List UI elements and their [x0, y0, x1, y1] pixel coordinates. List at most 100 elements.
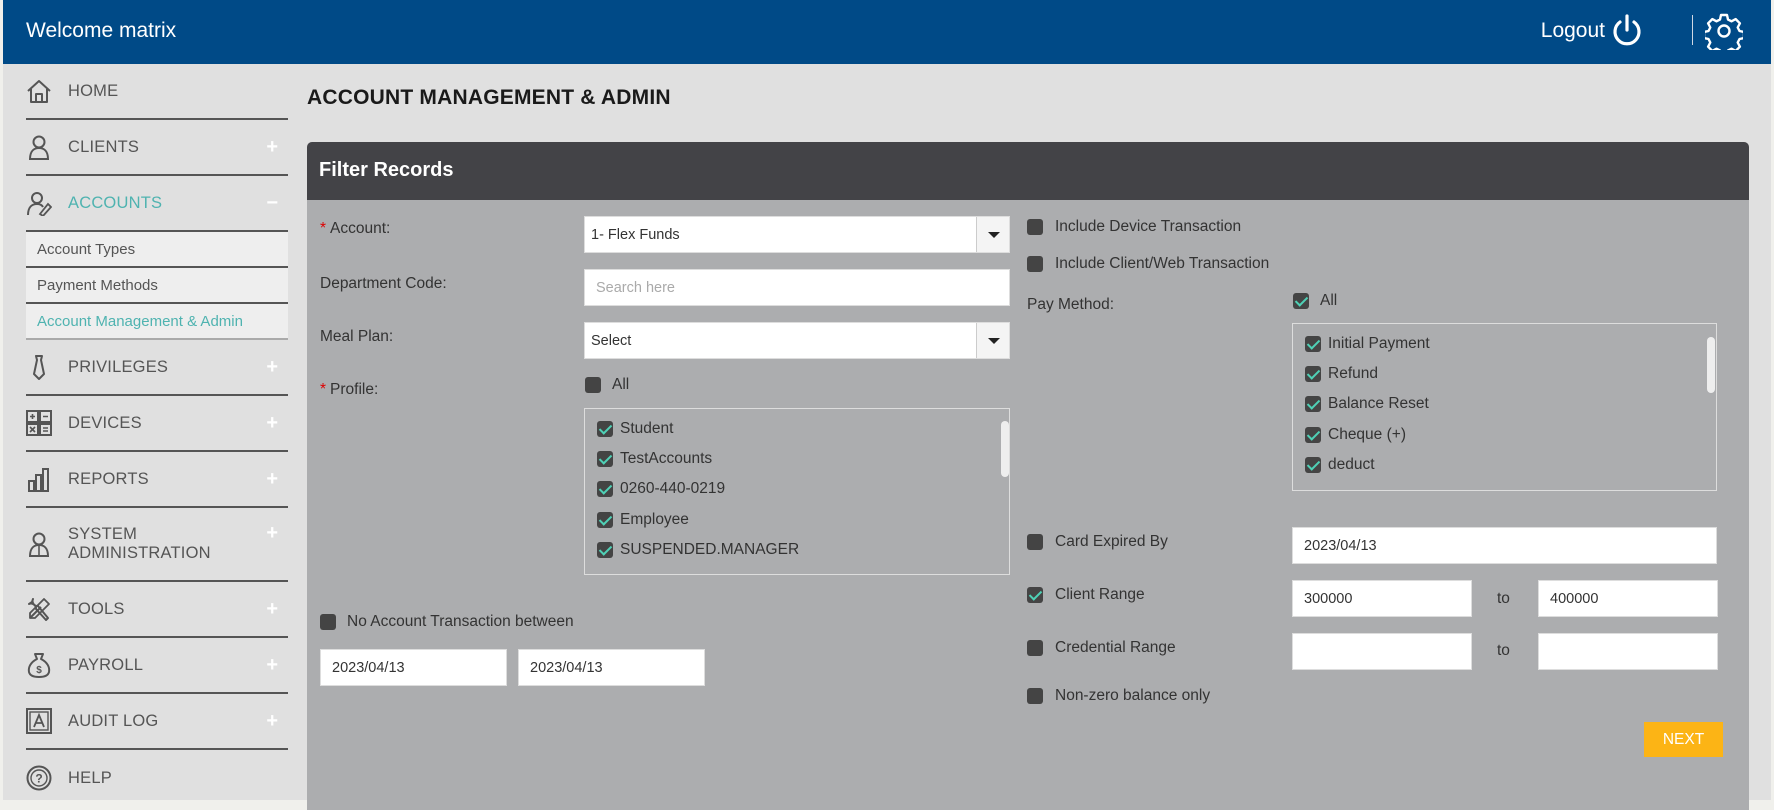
expand-icon[interactable]: + — [266, 136, 278, 159]
credential-range-to-input[interactable] — [1538, 633, 1718, 670]
profile-all-checkbox[interactable] — [585, 377, 601, 393]
audit-icon — [26, 708, 52, 734]
sidebar-item-label: CLIENTS — [68, 137, 140, 156]
non-zero-balance-label: Non-zero balance only — [1055, 687, 1211, 704]
profile-all-label: All — [612, 376, 630, 393]
panel-title: Filter Records — [307, 142, 1749, 200]
account-select[interactable]: 1- Flex Funds — [584, 216, 1010, 253]
profile-label: * Profile: — [320, 381, 379, 398]
sidebar-item-label: PAYROLL — [68, 655, 144, 674]
tie-icon — [33, 355, 45, 380]
header-divider — [1692, 15, 1693, 45]
sidebar-item-label: HELP — [68, 768, 112, 787]
sidebar-subitem-account-types[interactable]: Account Types — [26, 232, 288, 268]
chevron-down-icon[interactable] — [976, 323, 1009, 358]
expand-icon[interactable]: + — [266, 412, 278, 435]
collapse-icon[interactable]: − — [266, 192, 278, 215]
credential-range-checkbox[interactable] — [1027, 640, 1043, 656]
account-label: * Account: — [320, 220, 391, 237]
expand-icon[interactable]: + — [266, 522, 278, 545]
include-client-checkbox[interactable] — [1027, 256, 1043, 272]
card-expired-label: Card Expired By — [1055, 533, 1168, 550]
sidebar: HOME CLIENTS + ACCOUNTS − Account Types … — [26, 64, 288, 800]
pay-method-all-checkbox[interactable] — [1293, 293, 1309, 309]
chevron-down-icon[interactable] — [976, 217, 1009, 252]
gear-icon[interactable] — [1705, 12, 1743, 50]
sidebar-item-help[interactable]: ? HELP — [26, 750, 288, 800]
to-label: to — [1497, 642, 1510, 659]
no-transaction-to-input[interactable]: 2023/04/13 — [518, 649, 705, 686]
client-range-from-input[interactable]: 300000 — [1292, 580, 1472, 617]
client-range-checkbox[interactable] — [1027, 587, 1043, 603]
help-icon: ? — [26, 765, 52, 791]
svg-text:?: ? — [35, 772, 42, 786]
pay-method-checkbox[interactable] — [1305, 336, 1321, 352]
card-expired-checkbox[interactable] — [1027, 534, 1043, 550]
money-bag-icon: $ — [27, 653, 51, 678]
next-button[interactable]: NEXT — [1644, 722, 1723, 757]
client-icon — [28, 135, 50, 160]
sidebar-item-devices[interactable]: DEVICES + — [26, 396, 288, 452]
admin-user-icon — [28, 532, 50, 557]
sidebar-item-system-administration[interactable]: SYSTEM ADMINISTRATION + — [26, 508, 288, 582]
profile-checkbox[interactable] — [597, 512, 613, 528]
sidebar-item-label: AUDIT LOG — [68, 711, 159, 730]
sidebar-item-label-line2: ADMINISTRATION — [68, 544, 211, 562]
expand-icon[interactable]: + — [266, 598, 278, 621]
sidebar-item-reports[interactable]: REPORTS + — [26, 452, 288, 508]
expand-icon[interactable]: + — [266, 710, 278, 733]
sidebar-subitem-payment-methods[interactable]: Payment Methods — [26, 268, 288, 304]
sidebar-item-label: SYSTEM ADMINISTRATION — [68, 525, 211, 563]
meal-plan-label: Meal Plan: — [320, 328, 394, 345]
account-select-value: 1- Flex Funds — [591, 226, 680, 243]
pay-method-checkbox[interactable] — [1305, 396, 1321, 412]
include-device-checkbox[interactable] — [1027, 219, 1043, 235]
sidebar-item-label: REPORTS — [68, 469, 149, 488]
logout-link[interactable]: Logout — [1541, 19, 1605, 43]
no-transaction-checkbox[interactable] — [320, 614, 336, 630]
sidebar-item-label: DEVICES — [68, 413, 142, 432]
profile-checkbox[interactable] — [597, 451, 613, 467]
meal-plan-select[interactable]: Select — [584, 322, 1010, 359]
sidebar-subitem-account-management[interactable]: Account Management & Admin — [26, 304, 288, 340]
card-expired-input[interactable]: 2023/04/13 — [1292, 527, 1717, 564]
power-icon[interactable] — [1609, 13, 1645, 49]
page-title: ACCOUNT MANAGEMENT & ADMIN — [307, 86, 671, 109]
calculator-icon — [26, 410, 52, 436]
sidebar-item-label: PRIVILEGES — [68, 357, 169, 376]
profile-checkbox[interactable] — [597, 421, 613, 437]
profile-checkbox[interactable] — [597, 542, 613, 558]
profile-list[interactable]: Student TestAccounts 0260-440-0219 Emplo… — [584, 408, 1010, 575]
sidebar-item-clients[interactable]: CLIENTS + — [26, 120, 288, 176]
include-device-label: Include Device Transaction — [1055, 218, 1242, 235]
department-code-input[interactable]: Search here — [584, 269, 1010, 306]
sidebar-item-audit-log[interactable]: AUDIT LOG + — [26, 694, 288, 750]
scrollbar-thumb[interactable] — [1707, 337, 1715, 393]
meal-plan-select-value: Select — [591, 332, 632, 349]
scrollbar-thumb[interactable] — [1001, 421, 1009, 477]
sidebar-item-accounts[interactable]: ACCOUNTS − — [26, 176, 288, 232]
non-zero-balance-checkbox[interactable] — [1027, 688, 1043, 704]
sidebar-item-home[interactable]: HOME — [26, 64, 288, 120]
no-transaction-from-input[interactable]: 2023/04/13 — [320, 649, 507, 686]
expand-icon[interactable]: + — [266, 468, 278, 491]
to-label: to — [1497, 590, 1510, 607]
expand-icon[interactable]: + — [266, 654, 278, 677]
pay-method-label: Pay Method: — [1027, 296, 1115, 313]
sidebar-item-tools[interactable]: TOOLS + — [26, 582, 288, 638]
pay-method-checkbox[interactable] — [1305, 427, 1321, 443]
sidebar-item-privileges[interactable]: PRIVILEGES + — [26, 340, 288, 396]
sidebar-item-label: ACCOUNTS — [68, 193, 163, 212]
svg-text:$: $ — [36, 665, 42, 676]
accounts-icon — [27, 192, 52, 216]
pay-method-checkbox[interactable] — [1305, 366, 1321, 382]
pay-method-list[interactable]: Initial Payment Refund Balance Reset Che… — [1292, 323, 1717, 491]
sidebar-item-payroll[interactable]: $ PAYROLL + — [26, 638, 288, 694]
profile-checkbox[interactable] — [597, 481, 613, 497]
credential-range-from-input[interactable] — [1292, 633, 1472, 670]
include-client-label: Include Client/Web Transaction — [1055, 255, 1270, 272]
sidebar-item-label: TOOLS — [68, 599, 125, 618]
expand-icon[interactable]: + — [266, 356, 278, 379]
pay-method-checkbox[interactable] — [1305, 457, 1321, 473]
client-range-to-input[interactable]: 400000 — [1538, 580, 1718, 617]
